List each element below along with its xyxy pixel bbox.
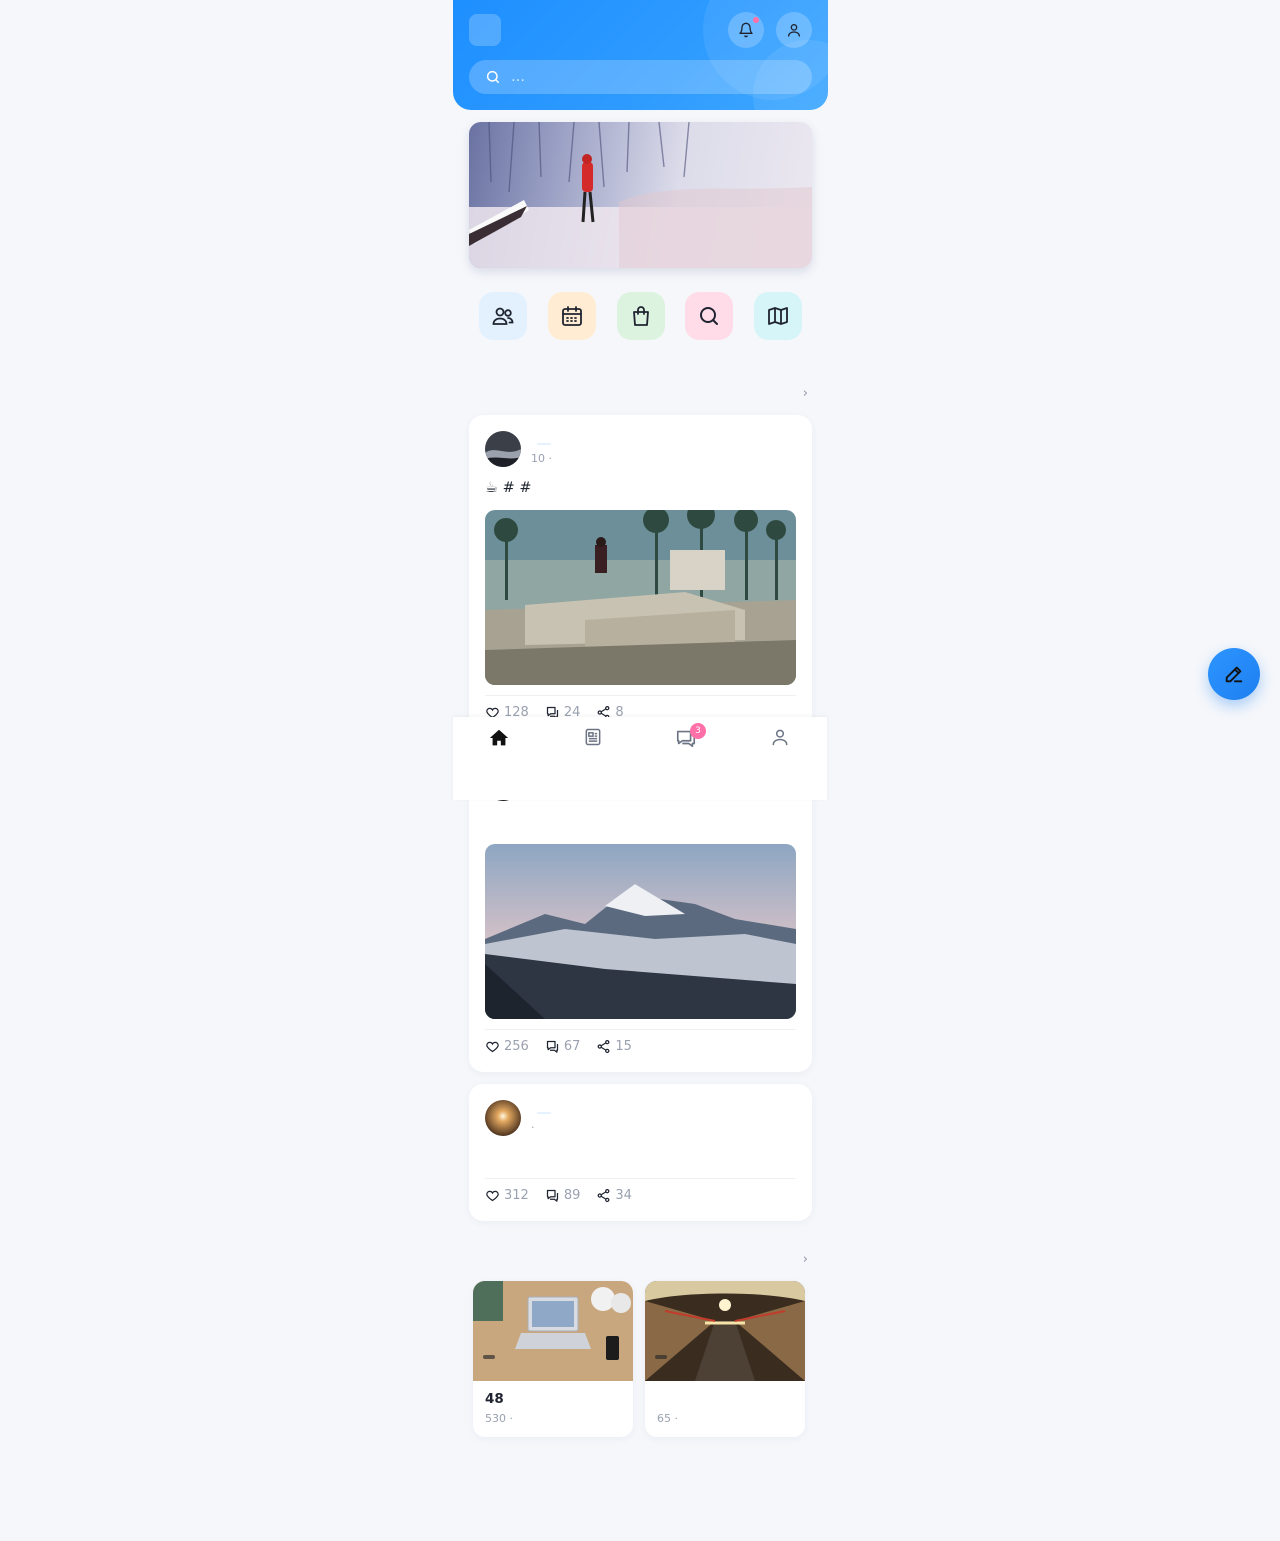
app-screen: › 10 · ☕ # # [453,0,828,1541]
share-button[interactable]: 15 [596,1039,632,1054]
like-count: 256 [504,1039,529,1054]
comment-button[interactable]: 67 [545,1039,581,1054]
share-icon [597,1039,610,1054]
quick-link-icon-bg [754,292,802,340]
notification-button[interactable] [728,12,764,48]
post-card: 256 67 15 [469,757,812,1072]
quick-link-icon-bg [685,292,734,340]
user-tag [537,443,551,445]
hero-banner[interactable] [469,122,812,268]
divider [485,1178,796,1179]
share-count: 34 [615,1188,632,1203]
quick-link-icon-bg [616,292,665,340]
feed-more-link[interactable]: › [803,386,808,401]
post-text: ☕ # # [485,480,532,496]
user-tag [537,1112,551,1114]
app-header [453,0,828,110]
post-image[interactable] [485,510,796,685]
map-icon [768,307,788,325]
quick-link-icon-bg [479,292,527,340]
activity-meta: 530 · [485,1412,513,1425]
nav-item-home[interactable] [469,727,529,752]
share-button[interactable]: 34 [596,1188,632,1203]
divider [485,695,796,696]
like-count: 312 [504,1188,529,1203]
shopping-bag-icon [632,306,649,326]
message-badge: 3 [690,723,706,739]
news-icon [585,728,601,746]
search-bar[interactable] [469,60,812,94]
quick-links [469,292,812,346]
comment-count: 67 [563,1039,581,1054]
activity-card[interactable]: 65 · [645,1281,805,1437]
like-button[interactable]: 256 [485,1039,529,1054]
nav-item-news[interactable] [563,727,623,750]
home-icon [489,729,509,746]
activity-meta: 65 · [657,1412,678,1425]
nav-item-messages[interactable]: 3 [656,723,716,752]
quick-link-calendar[interactable] [538,292,606,346]
search-input[interactable] [509,68,803,86]
user-icon [788,24,800,37]
profile-button[interactable] [776,12,812,48]
activity-more-link[interactable]: › [803,1252,808,1267]
bottom-nav: 3 [453,717,827,800]
activity-card[interactable]: 48 530 · [473,1281,633,1437]
quick-link-users[interactable] [469,292,537,346]
activity-image [645,1281,805,1381]
users-icon [492,307,514,325]
search-icon [700,307,719,325]
activity-badge [483,1355,495,1359]
quick-link-shop[interactable] [607,292,675,346]
bell-icon [739,22,753,38]
post-author[interactable] [531,433,551,451]
quick-link-search[interactable] [675,292,743,346]
heart-icon [486,1190,499,1202]
avatar[interactable] [485,431,521,467]
post-author[interactable] [531,1102,551,1120]
heart-icon [486,1041,499,1053]
share-count: 15 [615,1039,632,1054]
like-button[interactable]: 312 [485,1188,529,1203]
activity-image [473,1281,633,1381]
banner-image [469,122,812,268]
quick-link-map[interactable] [744,292,812,346]
share-icon [597,1188,610,1203]
compose-button[interactable] [1208,648,1260,700]
calendar-icon [561,306,582,326]
post-image[interactable] [485,844,796,1019]
activity-badge [655,1355,667,1359]
post-card: 10 · ☕ # # 128 24 8 [469,415,812,745]
quick-link-icon-bg [547,292,596,340]
app-logo[interactable] [469,14,501,46]
comment-icon [546,1040,558,1053]
comment-button[interactable]: 89 [545,1188,581,1203]
avatar[interactable] [485,1100,521,1136]
post-actions: 256 67 15 [485,1039,632,1054]
post-meta: 10 · [531,452,552,465]
comment-icon [546,1189,558,1202]
post-card: · 312 89 34 [469,1084,812,1221]
edit-icon [1225,666,1243,683]
post-meta: · [531,1121,535,1134]
comment-count: 89 [563,1188,581,1203]
notification-dot [753,17,759,23]
post-actions: 312 89 34 [485,1188,632,1203]
divider [485,1029,796,1030]
user-icon [772,729,788,746]
nav-item-profile[interactable] [750,727,810,750]
activity-title: 48 [485,1391,504,1407]
search-icon [485,69,501,85]
